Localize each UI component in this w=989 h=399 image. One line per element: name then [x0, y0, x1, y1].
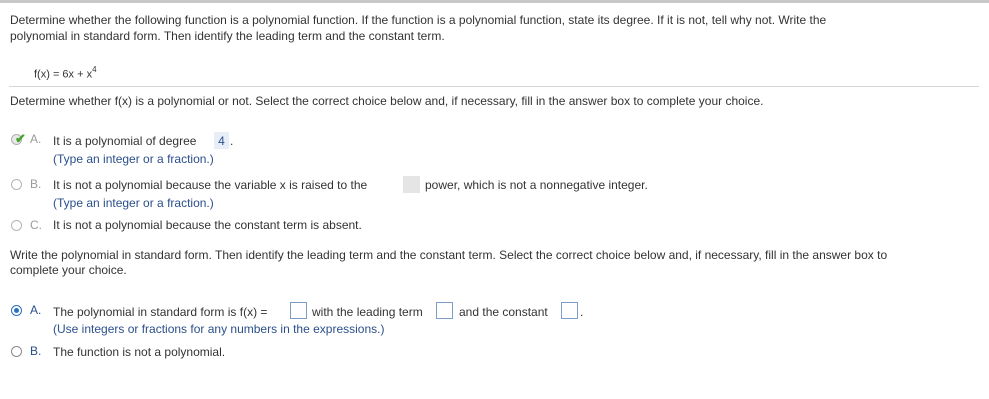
- section-divider: [9, 86, 979, 87]
- part1-choice-a-hint: (Type an integer or a fraction.): [53, 152, 214, 166]
- part2-choice-a-period: .: [580, 305, 584, 319]
- part1-choice-b-after: power, which is not a nonnegative intege…: [425, 178, 648, 192]
- part1-choice-a-text: It is a polynomial of degree: [53, 134, 197, 148]
- part1-choice-a-radio[interactable]: ✔: [11, 131, 26, 146]
- function-exponent: 4: [92, 65, 97, 74]
- function-expression: f(x) = 6x + x4: [34, 65, 97, 81]
- part2-prompt-line-2: complete your choice.: [10, 263, 127, 277]
- part1-choice-a-letter: A.: [30, 132, 42, 146]
- power-answer-box[interactable]: [403, 176, 420, 193]
- part2-choice-a-text: The polynomial in standard form is f(x) …: [53, 305, 268, 319]
- part2-choice-a-hint: (Use integers or fractions for any numbe…: [53, 322, 385, 336]
- part2-choice-b-radio[interactable]: [11, 346, 22, 357]
- part2-choice-a-middle: with the leading term: [312, 305, 423, 319]
- part1-choice-b-text: It is not a polynomial because the varia…: [53, 178, 368, 192]
- part2-choice-a-end: and the constant: [459, 305, 548, 319]
- part1-choice-c-text: It is not a polynomial because the const…: [53, 218, 362, 232]
- instructions-line-2: polynomial in standard form. Then identi…: [10, 29, 445, 43]
- part1-choice-c-radio[interactable]: [11, 220, 22, 231]
- part2-choice-a-letter: A.: [30, 303, 42, 317]
- part1-choice-a-period: .: [230, 134, 234, 148]
- function-lhs: f(x) = 6x + x: [34, 68, 93, 81]
- leading-term-answer-box[interactable]: [436, 302, 453, 319]
- instructions-line-1: Determine whether the following function…: [10, 13, 827, 27]
- part2-choice-b-text: The function is not a polynomial.: [53, 345, 226, 359]
- part2-choice-b-letter: B.: [30, 344, 42, 358]
- part1-choice-b-hint: (Type an integer or a fraction.): [53, 196, 214, 210]
- part1-choice-c-letter: C.: [30, 218, 42, 232]
- part2-choice-a-radio[interactable]: [11, 305, 22, 316]
- part2-prompt-line-1: Write the polynomial in standard form. T…: [10, 248, 888, 262]
- checkmark-icon: ✔: [15, 131, 26, 146]
- part1-prompt: Determine whether f(x) is a polynomial o…: [10, 94, 764, 108]
- standard-form-answer-box[interactable]: [290, 302, 307, 319]
- top-border: [0, 0, 989, 3]
- constant-answer-box[interactable]: [561, 302, 578, 319]
- degree-answer-box[interactable]: 4: [214, 132, 229, 149]
- part1-choice-b-letter: B.: [30, 177, 42, 191]
- part1-choice-b-radio[interactable]: [11, 179, 22, 190]
